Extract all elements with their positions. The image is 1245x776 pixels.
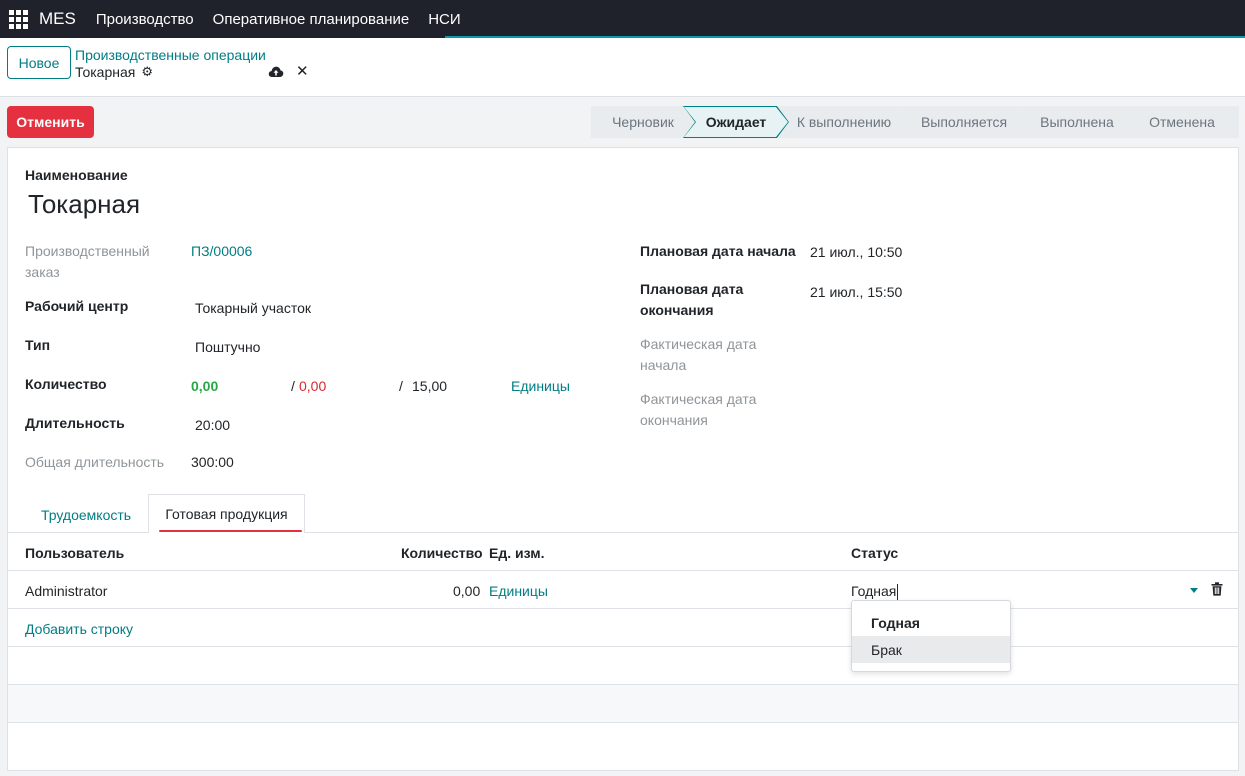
plan-start-field[interactable]: 21 июл., 10:50 — [810, 244, 902, 260]
menu-master-data[interactable]: НСИ — [428, 11, 460, 28]
column-header-uom[interactable]: Ед. изм. — [489, 545, 544, 561]
stage-cancelled[interactable]: Отменена — [1125, 106, 1239, 138]
header-divider — [8, 570, 1238, 571]
form-sheet: Наименование Токарная Производственный з… — [7, 147, 1239, 771]
stage-done[interactable]: Выполнена — [1017, 106, 1137, 138]
row-user-field[interactable]: Administrator — [25, 583, 107, 599]
qty-done-value: 0,00 — [191, 378, 219, 394]
stage-ready-label: К выполнению — [796, 114, 892, 130]
qty-scrap-value: 0,00 — [299, 378, 327, 394]
duration-field[interactable]: 20:00 — [195, 417, 230, 433]
qty-uom-link[interactable]: Единицы — [511, 378, 570, 394]
stage-ready[interactable]: К выполнению — [777, 106, 911, 138]
cancel-button[interactable]: Отменить — [7, 106, 94, 138]
breadcrumb-current: Токарная ⚙ — [75, 64, 153, 80]
text-cursor — [897, 584, 899, 601]
column-header-qty[interactable]: Количество — [401, 545, 483, 561]
row-qty-field[interactable]: 0,00 — [453, 583, 480, 599]
row-status-input[interactable]: Годная — [851, 583, 899, 601]
dropdown-option-good[interactable]: Годная — [852, 609, 1010, 636]
app-brand[interactable]: MES — [39, 9, 76, 29]
grid-icon — [8, 9, 28, 29]
column-header-user[interactable]: Пользователь — [25, 545, 124, 561]
qty-separator-2: / — [399, 378, 403, 394]
stage-draft-label: Черновик — [612, 114, 674, 130]
row-divider — [8, 608, 1238, 609]
breadcrumb-parent[interactable]: Производственные операции — [75, 47, 266, 63]
row-divider — [8, 722, 1238, 723]
qty-separator-1: / — [291, 378, 295, 394]
control-panel: Новое Производственные операции Токарная… — [0, 38, 1245, 97]
stage-draft[interactable]: Черновик — [591, 106, 695, 138]
total-duration-value: 300:00 — [191, 454, 234, 470]
add-line-link[interactable]: Добавить строку — [25, 621, 133, 637]
duration-label: Длительность — [25, 415, 125, 431]
actual-end-label: Фактическая дата окончания — [640, 391, 757, 428]
order-label: Производственный заказ — [25, 243, 150, 280]
tab-labor[interactable]: Трудоемкость — [41, 507, 131, 523]
status-dropdown: Годная Брак — [851, 600, 1011, 672]
row-divider — [8, 684, 1238, 685]
plan-end-label: Плановая дата окончания — [640, 281, 744, 318]
workcenter-field[interactable]: Токарный участок — [195, 300, 311, 316]
order-link[interactable]: ПЗ/00006 — [191, 243, 252, 259]
apps-menu-button[interactable] — [0, 0, 36, 38]
trash-icon[interactable] — [1211, 582, 1223, 596]
close-icon[interactable]: ✕ — [296, 62, 309, 80]
menu-planning[interactable]: Оперативное планирование — [213, 11, 410, 28]
stage-waiting[interactable]: Ожидает — [683, 106, 789, 138]
workcenter-label: Рабочий центр — [25, 298, 129, 314]
stage-cancelled-label: Отменена — [1149, 114, 1215, 130]
row-uom-link[interactable]: Единицы — [489, 583, 548, 599]
stage-in-progress-label: Выполняется — [920, 114, 1008, 130]
row-status-value: Годная — [851, 583, 897, 599]
total-duration-label: Общая длительность — [25, 454, 165, 470]
type-label: Тип — [25, 337, 51, 353]
breadcrumb-current-label: Токарная — [75, 64, 136, 80]
name-field[interactable]: Токарная — [28, 189, 140, 220]
qty-label: Количество — [25, 376, 107, 392]
name-label: Наименование — [25, 167, 128, 183]
gear-icon[interactable]: ⚙ — [141, 64, 153, 80]
tab-finished-products[interactable]: Готовая продукция — [148, 494, 305, 533]
stage-done-label: Выполнена — [1040, 114, 1114, 130]
dropdown-option-scrap[interactable]: Брак — [852, 636, 1010, 663]
plan-start-label: Плановая дата начала — [640, 243, 796, 259]
stage-in-progress[interactable]: Выполняется — [899, 106, 1029, 138]
actual-start-label: Фактическая дата начала — [640, 336, 757, 373]
stage-waiting-label: Ожидает — [705, 114, 767, 130]
row-divider — [8, 646, 1238, 647]
empty-row — [8, 685, 1238, 722]
menu-production[interactable]: Производство — [96, 11, 194, 28]
plan-end-field[interactable]: 21 июл., 15:50 — [810, 284, 902, 300]
qty-plan-value: 15,00 — [412, 378, 448, 394]
new-button[interactable]: Новое — [7, 46, 71, 79]
cloud-upload-icon[interactable] — [268, 65, 284, 79]
top-navbar: MES Производство Оперативное планировани… — [0, 0, 1245, 38]
type-field[interactable]: Поштучно — [195, 339, 260, 355]
tab-finished-products-label: Готовая продукция — [165, 506, 288, 522]
column-header-status[interactable]: Статус — [851, 545, 898, 561]
caret-down-icon[interactable] — [1190, 588, 1198, 593]
tab-active-indicator — [159, 530, 302, 532]
